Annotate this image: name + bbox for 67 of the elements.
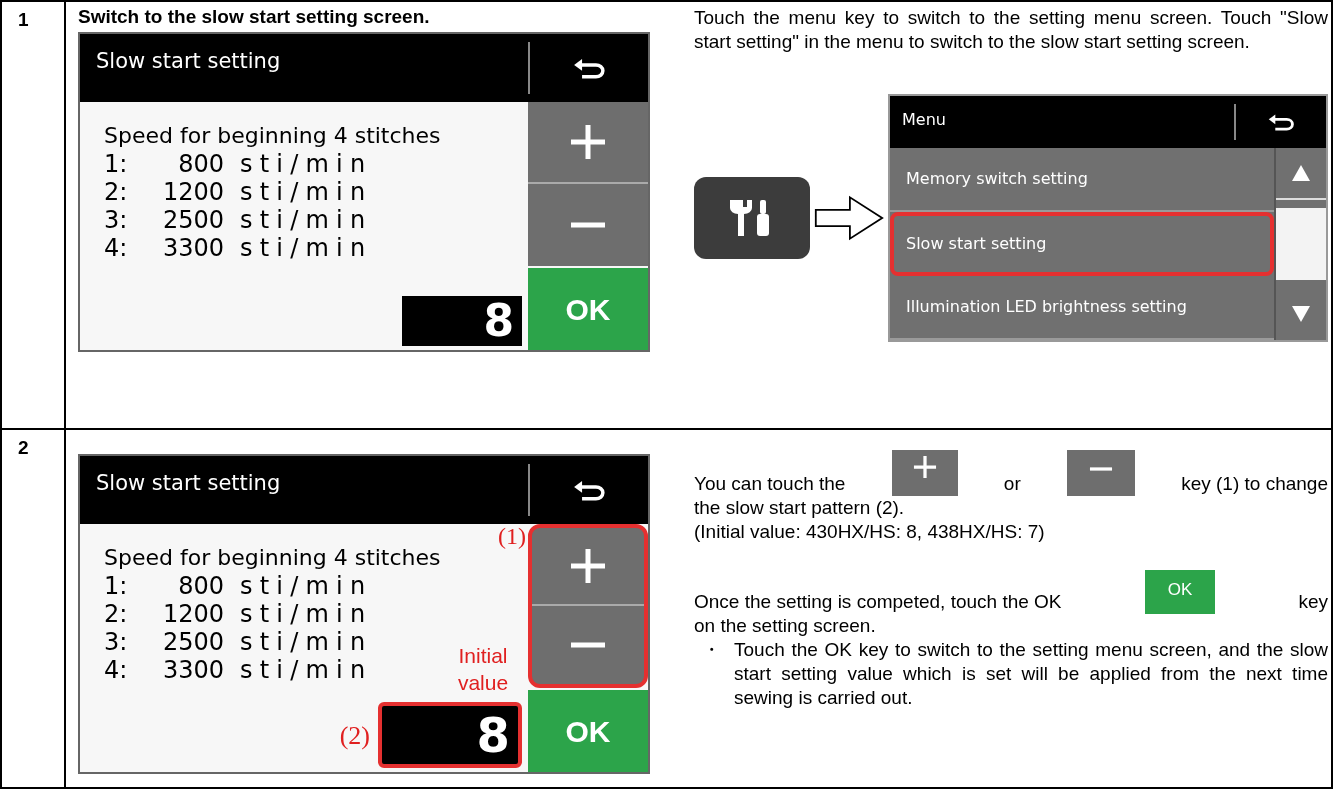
speed-unit: sti/min	[240, 572, 373, 600]
speed-heading: Speed for beginning 4 stitches	[104, 122, 441, 150]
line-label: 2:	[104, 600, 129, 628]
line-label: 1:	[104, 150, 129, 178]
speed-unit: sti/min	[240, 656, 373, 684]
callout-label: (1)	[498, 522, 526, 551]
menu-item[interactable]: Illumination LED brightness setting	[890, 276, 1274, 340]
menu-key[interactable]	[694, 177, 810, 259]
instruction-text: the slow start pattern (2).	[694, 496, 905, 520]
bullet-mark: ・	[701, 638, 722, 662]
right-arrow-icon	[814, 193, 884, 243]
speed-unit: sti/min	[240, 178, 373, 206]
menu-item[interactable]: Memory switch setting	[890, 148, 1274, 212]
plus-icon	[568, 546, 608, 586]
step-number: 1	[18, 9, 29, 30]
speed-value: 2500	[161, 206, 224, 234]
speed-unit: sti/min	[240, 234, 373, 262]
callout-label: (2)	[339, 719, 370, 752]
ok-key-label: OK	[1145, 570, 1215, 614]
minus-icon	[568, 642, 608, 648]
speed-heading: Speed for beginning 4 stitches	[104, 544, 441, 572]
instruction-text: Touch the menu key to switch to the setting menu screen. Touch "Slow start setting" in the menu to switch to the slow start setting screen.	[694, 6, 1328, 54]
speed-value: 3300	[161, 656, 224, 684]
plus-icon	[911, 454, 938, 480]
speed-unit: sti/min	[240, 150, 373, 178]
line-label: 4:	[104, 656, 129, 684]
plus-icon	[568, 122, 608, 162]
line-label: 3:	[104, 206, 129, 234]
instruction-text: key (1) to change	[1181, 472, 1328, 496]
speed-value: 3300	[161, 234, 224, 262]
speed-unit: sti/min	[240, 628, 373, 656]
step-heading: Switch to the slow start setting screen.	[78, 5, 431, 29]
screen-title: Menu	[901, 109, 947, 131]
line-label: 1:	[104, 572, 129, 600]
instruction-text: key	[1298, 590, 1328, 614]
minus-icon	[568, 222, 608, 228]
line-label: 2:	[104, 178, 129, 206]
value-display: 8	[402, 296, 522, 346]
instruction-text: Touch the OK key to switch to the setting menu screen, and the slow start setting value which is set will be applied from the next time sewing is carried out.	[734, 638, 1328, 710]
speed-value: 800	[177, 150, 224, 178]
step-number: 2	[18, 437, 29, 458]
screen-title: Slow start setting	[95, 470, 282, 497]
screen-title: Slow start setting	[95, 48, 282, 75]
triangle-down-icon	[1292, 306, 1310, 322]
line-label: 4:	[104, 234, 129, 262]
speed-unit: sti/min	[240, 600, 373, 628]
minus-icon	[1087, 466, 1114, 472]
menu-item[interactable]: Slow start setting	[890, 212, 1274, 276]
initial-value-note: Initial value	[456, 643, 510, 696]
ok-button[interactable]: OK	[528, 268, 648, 350]
value-display: 8	[378, 702, 522, 768]
instruction-text: You can touch the	[694, 472, 846, 496]
back-arrow-icon	[572, 478, 606, 502]
instruction-text: or	[1003, 472, 1021, 496]
speed-value: 1200	[161, 600, 224, 628]
line-label: 3:	[104, 628, 129, 656]
ok-button[interactable]: OK	[528, 690, 648, 772]
back-arrow-icon	[572, 56, 606, 80]
instruction-text: (Initial value: 430HX/HS: 8, 438HX/HS: 7)	[694, 520, 1045, 544]
instruction-text: on the setting screen.	[694, 614, 876, 638]
triangle-up-icon	[1292, 165, 1310, 181]
speed-unit: sti/min	[240, 206, 373, 234]
speed-value: 800	[177, 572, 224, 600]
speed-value: 2500	[161, 628, 224, 656]
back-arrow-icon	[1267, 112, 1295, 132]
speed-value: 1200	[161, 178, 224, 206]
instruction-text: Once the setting is competed, touch the OK	[694, 590, 1062, 614]
